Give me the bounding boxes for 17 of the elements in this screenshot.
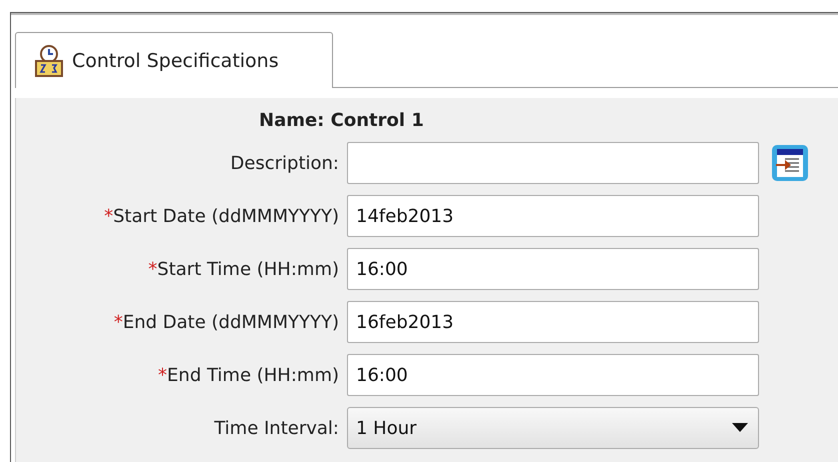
- field-label: *Start Time (HH:mm): [148, 258, 339, 280]
- input-field[interactable]: 16:00: [347, 354, 759, 396]
- field-label: *End Time (HH:mm): [158, 364, 339, 386]
- input-field[interactable]: 14feb2013: [347, 195, 759, 237]
- input-field[interactable]: [347, 142, 759, 184]
- field-label: Time Interval:: [214, 418, 339, 438]
- dropdown[interactable]: 1 Hour: [347, 407, 759, 449]
- field-label: Description:: [230, 152, 339, 174]
- input-field[interactable]: 16feb2013: [347, 301, 759, 343]
- field-label: *Start Date (ddMMMYYYY): [104, 206, 339, 226]
- caret-icon: [732, 423, 748, 433]
- input-field[interactable]: 16:00: [347, 248, 759, 290]
- field-label: *End Date (ddMMMYYYY): [114, 312, 339, 332]
- clock-lock-icon: [34, 44, 64, 78]
- editor-icon[interactable]: [771, 144, 809, 182]
- control-name: Name: Control 1: [259, 110, 424, 131]
- tab[interactable]: Control Specifications: [15, 32, 333, 88]
